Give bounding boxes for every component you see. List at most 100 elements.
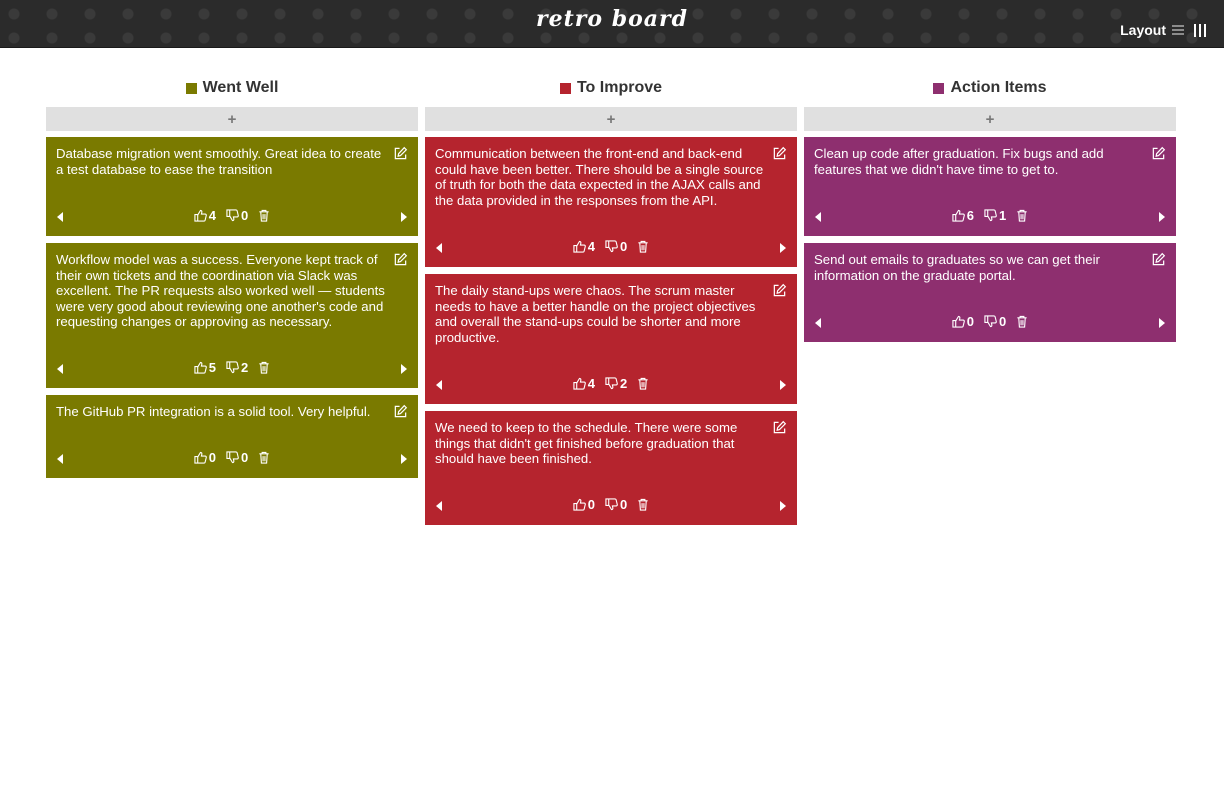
like-button[interactable]: 4 bbox=[573, 376, 595, 391]
dislike-button[interactable]: 2 bbox=[226, 360, 248, 375]
like-count: 4 bbox=[208, 208, 216, 223]
column-header: To Improve bbox=[425, 78, 797, 98]
thumbs-up-icon bbox=[194, 209, 207, 222]
delete-button[interactable] bbox=[1016, 208, 1028, 223]
delete-button[interactable] bbox=[258, 208, 270, 223]
card: Workflow model was a success. Everyone k… bbox=[46, 243, 418, 388]
like-button[interactable]: 0 bbox=[194, 450, 216, 465]
card-text: The GitHub PR integration is a solid too… bbox=[56, 404, 371, 419]
dislike-button[interactable]: 0 bbox=[605, 497, 627, 512]
like-count: 0 bbox=[587, 497, 595, 512]
card-text: We need to keep to the schedule. There w… bbox=[435, 420, 738, 466]
layout-label: Layout bbox=[1120, 22, 1166, 38]
move-right-icon[interactable] bbox=[780, 243, 786, 253]
like-button[interactable]: 5 bbox=[194, 360, 216, 375]
delete-button[interactable] bbox=[258, 360, 270, 375]
dislike-count: 0 bbox=[241, 450, 249, 465]
card-footer: 4 0 bbox=[46, 206, 418, 230]
list-layout-icon bbox=[1172, 24, 1184, 36]
delete-button[interactable] bbox=[637, 239, 649, 254]
move-right-icon[interactable] bbox=[1159, 212, 1165, 222]
card-text: The daily stand-ups were chaos. The scru… bbox=[435, 283, 756, 345]
delete-button[interactable] bbox=[1016, 314, 1028, 329]
card-text: Communication between the front-end and … bbox=[435, 146, 764, 208]
dislike-count: 0 bbox=[999, 314, 1007, 329]
move-right-icon[interactable] bbox=[780, 380, 786, 390]
move-right-icon[interactable] bbox=[1159, 318, 1165, 328]
add-card-button[interactable]: + bbox=[804, 107, 1176, 131]
column-went-well: Went Well + Database migration went smoo… bbox=[46, 78, 418, 525]
dislike-button[interactable]: 0 bbox=[226, 450, 248, 465]
dislike-count: 0 bbox=[620, 497, 628, 512]
thumbs-down-icon bbox=[605, 498, 618, 511]
column-title: To Improve bbox=[576, 79, 663, 96]
dislike-count: 0 bbox=[620, 239, 628, 254]
dislike-button[interactable]: 0 bbox=[226, 208, 248, 223]
card-footer: 4 2 bbox=[425, 374, 797, 398]
thumbs-up-icon bbox=[573, 240, 586, 253]
trash-icon bbox=[638, 498, 648, 511]
thumbs-down-icon bbox=[226, 451, 239, 464]
board-columns: Went Well + Database migration went smoo… bbox=[46, 78, 1176, 525]
card: We need to keep to the schedule. There w… bbox=[425, 411, 797, 525]
add-card-button[interactable]: + bbox=[46, 107, 418, 131]
move-right-icon[interactable] bbox=[401, 364, 407, 374]
trash-icon bbox=[259, 451, 269, 464]
delete-button[interactable] bbox=[258, 450, 270, 465]
card-text: Clean up code after graduation. Fix bugs… bbox=[814, 146, 1104, 177]
dislike-button[interactable]: 1 bbox=[984, 208, 1006, 223]
add-card-button[interactable]: + bbox=[425, 107, 797, 131]
thumbs-up-icon bbox=[952, 209, 965, 222]
edit-icon[interactable] bbox=[1151, 252, 1166, 267]
like-count: 0 bbox=[966, 314, 974, 329]
card-footer: 6 1 bbox=[804, 206, 1176, 230]
column-layout-button[interactable] bbox=[1190, 23, 1206, 37]
delete-button[interactable] bbox=[637, 497, 649, 512]
move-right-icon[interactable] bbox=[780, 501, 786, 511]
dislike-count: 1 bbox=[999, 208, 1007, 223]
thumbs-up-icon bbox=[952, 315, 965, 328]
dislike-button[interactable]: 0 bbox=[605, 239, 627, 254]
thumbs-down-icon bbox=[226, 209, 239, 222]
card-text: Workflow model was a success. Everyone k… bbox=[56, 252, 385, 329]
like-button[interactable]: 4 bbox=[194, 208, 216, 223]
card-footer: 5 2 bbox=[46, 358, 418, 382]
move-right-icon[interactable] bbox=[401, 454, 407, 464]
column-to-improve: To Improve + Communication between the f… bbox=[425, 78, 797, 525]
thumbs-down-icon bbox=[984, 209, 997, 222]
thumbs-up-icon bbox=[194, 361, 207, 374]
edit-icon[interactable] bbox=[393, 252, 408, 267]
like-count: 4 bbox=[587, 376, 595, 391]
like-button[interactable]: 4 bbox=[573, 239, 595, 254]
column-title: Action Items bbox=[950, 79, 1047, 96]
trash-icon bbox=[638, 377, 648, 390]
list-layout-button[interactable] bbox=[1172, 24, 1184, 36]
move-right-icon[interactable] bbox=[401, 212, 407, 222]
card: Communication between the front-end and … bbox=[425, 137, 797, 267]
column-title: Went Well bbox=[202, 79, 279, 96]
dislike-button[interactable]: 0 bbox=[984, 314, 1006, 329]
like-button[interactable]: 0 bbox=[573, 497, 595, 512]
edit-icon[interactable] bbox=[393, 146, 408, 161]
trash-icon bbox=[638, 240, 648, 253]
column-header: Went Well bbox=[46, 78, 418, 98]
edit-icon[interactable] bbox=[772, 420, 787, 435]
edit-icon[interactable] bbox=[393, 404, 408, 419]
card-footer: 0 0 bbox=[46, 448, 418, 472]
like-button[interactable]: 6 bbox=[952, 208, 974, 223]
dislike-button[interactable]: 2 bbox=[605, 376, 627, 391]
like-button[interactable]: 0 bbox=[952, 314, 974, 329]
card-text: Send out emails to graduates so we can g… bbox=[814, 252, 1100, 283]
layout-control: Layout bbox=[1120, 22, 1206, 38]
thumbs-up-icon bbox=[194, 451, 207, 464]
edit-icon[interactable] bbox=[772, 146, 787, 161]
dislike-count: 0 bbox=[241, 208, 249, 223]
column-action-items: Action Items + Clean up code after gradu… bbox=[804, 78, 1176, 525]
app-title: retro board bbox=[536, 6, 688, 32]
edit-icon[interactable] bbox=[772, 283, 787, 298]
like-count: 0 bbox=[208, 450, 216, 465]
delete-button[interactable] bbox=[637, 376, 649, 391]
card: Database migration went smoothly. Great … bbox=[46, 137, 418, 236]
edit-icon[interactable] bbox=[1151, 146, 1166, 161]
thumbs-up-icon bbox=[573, 377, 586, 390]
